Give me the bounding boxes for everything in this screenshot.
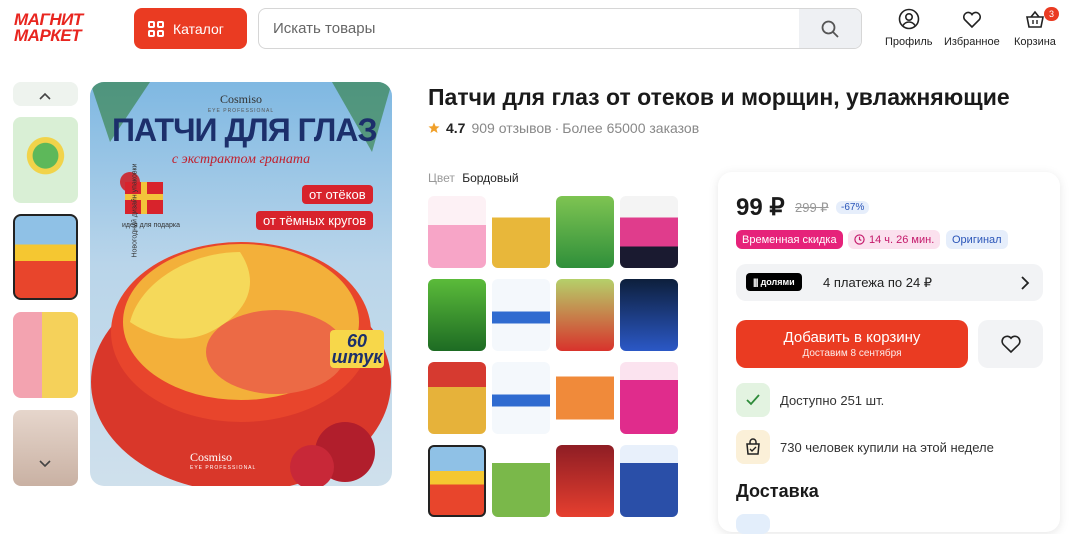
image-bottom-brand: Cosmiso [190,450,233,464]
cart-count-badge: 3 [1044,7,1059,21]
image-tag-dark-circles: от тёмных кругов [256,211,374,230]
color-variant[interactable] [620,279,678,351]
stock-icon-box [736,383,770,417]
timer-tag: 14 ч. 26 мин. [848,230,941,249]
magnit-market-logo[interactable]: МАГНИТ МАРКЕТ [14,11,114,48]
delivery-heading: Доставка [736,481,819,501]
rating-row: 4.7 909 отзывов · Более 65000 заказов [428,120,699,136]
image-gift-idea: идея для подарка [122,222,181,229]
original-tag: Оригинал [946,230,1008,249]
color-variant[interactable] [620,445,678,517]
reviews-link[interactable]: 909 отзывов [471,120,551,136]
color-variant[interactable] [492,196,550,268]
catalog-button[interactable]: Каталог [134,8,247,49]
gallery-thumb[interactable] [13,312,78,398]
color-variant[interactable] [556,362,614,434]
cart-label: Корзина [1014,36,1056,48]
catalog-label: Каталог [173,20,224,37]
color-value: Бордовый [462,171,519,185]
shopping-bag-icon [746,438,760,455]
clock-icon [854,234,865,245]
gallery-thumb[interactable] [13,117,78,203]
color-label: Цвет Бордовый [428,171,519,185]
timer-text: 14 ч. 26 мин. [869,233,935,246]
delivery-date: Доставим 8 сентября [802,348,902,359]
cart-button[interactable]: 3 Корзина [1014,7,1059,48]
gallery-thumb[interactable] [13,410,78,486]
price: 99 ₽ [736,194,785,221]
color-variant[interactable] [428,196,486,268]
image-brand: Cosmiso [219,92,262,106]
bought-text: 730 человек купили на этой неделе [780,440,994,455]
search-button[interactable] [799,9,861,48]
color-variant[interactable] [492,279,550,351]
profile-button[interactable]: Профиль [885,8,933,48]
temporary-sale-tag: Временная скидка [736,230,843,249]
heart-icon [1000,335,1021,354]
color-variant-selected[interactable] [428,445,486,517]
image-count-badge: 60 штук [330,330,384,368]
rating-value: 4.7 [446,120,466,136]
color-variant[interactable] [492,445,550,517]
check-icon [746,394,760,406]
discount-badge: -67% [836,201,870,214]
search-input[interactable] [273,9,793,48]
image-count-unit: штук [331,347,383,367]
dolyami-logo: ||| долями [746,273,802,291]
color-variant[interactable] [620,196,678,268]
star-icon [428,122,440,133]
logo-line2: МАРКЕТ [14,26,81,45]
chevron-up-icon[interactable] [38,88,52,104]
dolyami-label: долями [760,277,795,287]
image-headline: ПАТЧИ ДЛЯ ГЛАЗ [112,112,378,148]
color-variant[interactable] [428,279,486,351]
chevron-down-icon[interactable] [38,456,52,472]
add-to-cart-button[interactable]: Добавить в корзину Доставим 8 сентября [736,320,968,368]
image-bottom-brand-sub: EYE PROFESSIONAL [190,465,257,471]
basket-icon [1025,10,1044,28]
color-variant[interactable] [428,362,486,434]
color-label-text: Цвет [428,171,455,185]
color-variant[interactable] [556,445,614,517]
heart-icon [962,11,981,29]
color-variant[interactable] [556,279,614,351]
favorites-button[interactable]: Избранное [944,8,1000,48]
dolyami-installment-row[interactable]: ||| долями 4 платежа по 24 ₽ [736,264,1043,301]
grid-icon [148,20,164,37]
search-icon [821,20,839,38]
image-tag-swelling: от отёков [302,185,373,204]
color-variant[interactable] [620,362,678,434]
chevron-right-icon [1021,276,1030,290]
orders-count: Более 65000 заказов [562,120,700,136]
gallery-thumb-selected[interactable] [13,214,78,300]
main-product-image[interactable]: Cosmiso EYE PROFESSIONAL ПАТЧИ ДЛЯ ГЛАЗ … [90,82,392,486]
delivery-icon-box [736,514,770,534]
image-gift-text: Новогодний дизайн упаковки [131,163,139,258]
add-to-cart-label: Добавить в корзину [783,329,921,346]
profile-label: Профиль [885,36,933,48]
old-price: 299 ₽ [795,200,829,215]
product-title: Патчи для глаз от отеков и морщин, увлаж… [428,84,1010,110]
buy-card: 99 ₽ 299 ₽ -67% Временная скидка 14 ч. 2… [718,172,1060,534]
add-to-favorites-button[interactable] [978,320,1043,368]
color-variant[interactable] [492,362,550,434]
favorites-label: Избранное [944,36,1000,48]
stock-text: Доступно 251 шт. [780,393,885,408]
search-bar [258,8,862,49]
dolyami-bars-icon: ||| [753,277,758,287]
rating-separator: · [554,120,560,136]
color-variant[interactable] [556,196,614,268]
bought-icon-box [736,430,770,464]
user-icon [898,8,920,30]
dolyami-text: 4 платежа по 24 ₽ [823,275,933,290]
